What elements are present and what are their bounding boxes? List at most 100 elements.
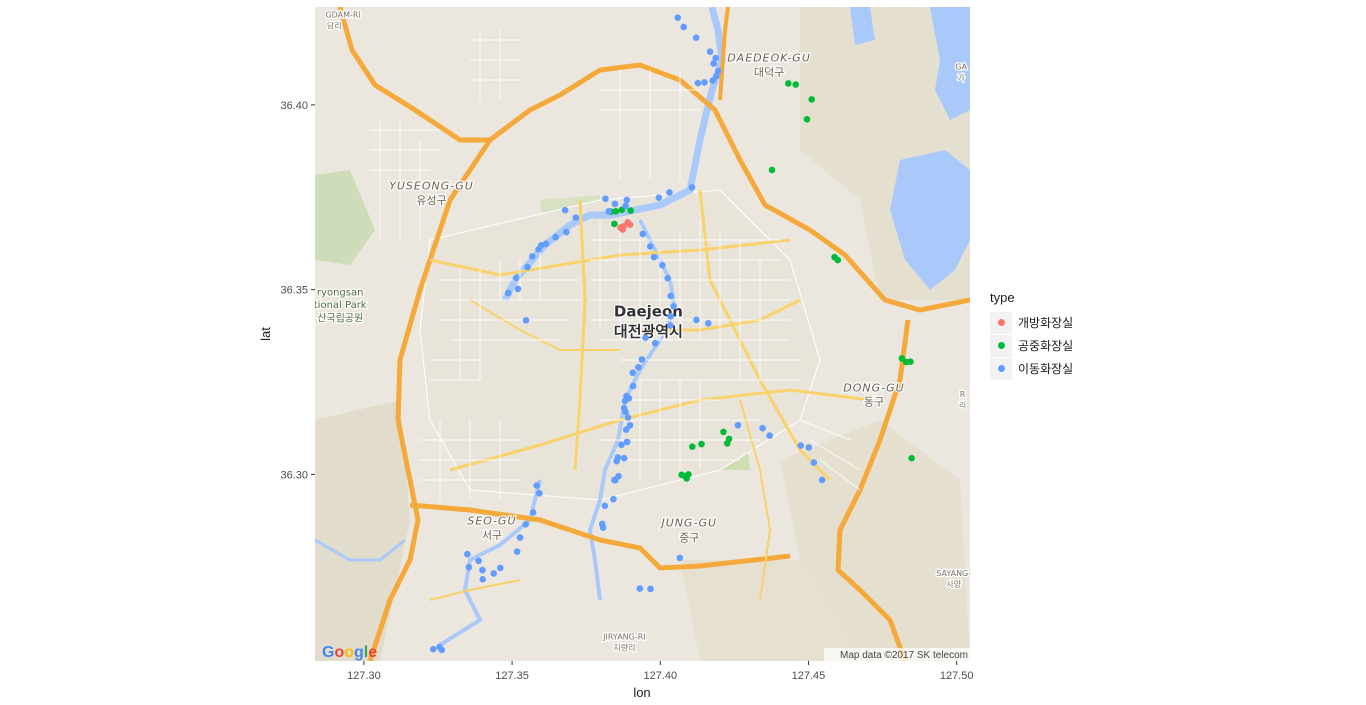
legend-label: 공중화장실 — [1018, 339, 1074, 353]
legend-key — [990, 334, 1012, 357]
x-tick-label: 127.45 — [792, 670, 826, 682]
point-series-2 — [512, 274, 520, 282]
legend-label: 개방화장실 — [1018, 316, 1074, 330]
map-label: tional Park — [314, 300, 367, 311]
point-series-1 — [907, 358, 914, 366]
point-series-2 — [623, 196, 631, 204]
point-series-2 — [464, 550, 471, 558]
point-series-2 — [642, 334, 649, 341]
point-series-2 — [810, 459, 818, 466]
point-series-2 — [667, 292, 674, 300]
point-series-2 — [618, 441, 625, 449]
point-series-2 — [818, 476, 826, 484]
point-series-2 — [676, 554, 684, 562]
point-series-1 — [612, 208, 620, 215]
point-series-1 — [611, 220, 618, 228]
point-series-2 — [638, 356, 646, 363]
y-tick-label: 36.35 — [280, 285, 308, 297]
point-series-1 — [768, 166, 776, 174]
x-tick-label: 127.35 — [495, 670, 529, 682]
point-series-1 — [681, 472, 689, 480]
point-series-1 — [723, 440, 731, 447]
point-series-1 — [803, 116, 811, 123]
point-series-0 — [619, 226, 626, 233]
point-series-2 — [646, 243, 654, 250]
point-series-2 — [479, 576, 487, 583]
point-series-2 — [624, 414, 632, 421]
point-series-2 — [694, 79, 702, 87]
point-series-2 — [650, 253, 658, 261]
x-tick-label: 127.40 — [643, 670, 677, 682]
point-series-2 — [529, 509, 537, 516]
y-axis: 36.30 36.35 36.40 — [280, 100, 315, 481]
point-series-2 — [438, 646, 446, 654]
point-series-2 — [533, 482, 540, 489]
point-series-2 — [552, 233, 559, 241]
point-series-2 — [513, 548, 521, 555]
point-series-2 — [622, 426, 630, 433]
point-series-2 — [623, 438, 631, 446]
point-series-1 — [720, 428, 727, 436]
map-label: SEO-GU — [467, 515, 516, 528]
map-label: 사양 — [946, 580, 961, 589]
point-series-1 — [698, 440, 705, 448]
point-series-1 — [688, 443, 696, 450]
x-tick-label: 127.30 — [347, 670, 381, 682]
map-label: 동구 — [864, 396, 884, 409]
point-series-2 — [704, 319, 712, 327]
y-axis-title: lat — [258, 327, 273, 341]
point-series-0 — [626, 221, 634, 228]
point-series-2 — [563, 228, 570, 236]
point-series-1 — [792, 81, 800, 88]
map-label: GDAM-RI — [325, 10, 360, 19]
point-series-2 — [664, 274, 671, 282]
point-series-2 — [734, 421, 742, 429]
point-series-2 — [759, 424, 766, 432]
map-label: 지량리 — [613, 643, 635, 653]
point-series-2 — [670, 302, 677, 310]
point-series-2 — [516, 534, 524, 541]
legend-dot — [997, 319, 1005, 326]
point-series-2 — [629, 369, 637, 377]
point-series-2 — [629, 382, 637, 390]
point-series-2 — [504, 289, 512, 297]
point-series-2 — [797, 442, 805, 449]
point-series-2 — [536, 489, 543, 497]
x-axis-title: lon — [633, 685, 650, 700]
point-series-2 — [601, 502, 609, 510]
legend-key — [990, 311, 1012, 334]
point-series-2 — [692, 34, 700, 41]
legend-item: 이동화장실 — [990, 357, 1073, 380]
point-series-2 — [602, 195, 609, 203]
point-series-2 — [710, 60, 717, 67]
point-series-2 — [522, 317, 530, 324]
legend-label: 이동화장실 — [1018, 362, 1074, 376]
legend-item: 공중화장실 — [990, 334, 1073, 357]
point-series-2 — [622, 202, 629, 210]
point-series-2 — [490, 570, 498, 577]
map-label: YUSEONG-GU — [389, 180, 474, 193]
point-series-2 — [659, 261, 666, 269]
x-tick-label: 127.50 — [940, 670, 974, 682]
point-series-1 — [834, 256, 842, 264]
point-series-2 — [688, 184, 696, 191]
legend-dot — [997, 365, 1005, 372]
map-label: 가 — [957, 74, 965, 83]
point-series-2 — [655, 194, 663, 201]
map-label: 리 — [959, 401, 966, 410]
map-label: 대덕구 — [754, 66, 784, 79]
point-series-2 — [535, 246, 542, 253]
point-series-1 — [785, 80, 792, 87]
point-series-2 — [805, 444, 813, 451]
point-series-1 — [627, 207, 634, 214]
point-series-2 — [605, 208, 613, 215]
legend-key — [990, 357, 1012, 380]
map-label: GA — [955, 62, 967, 71]
point-series-2 — [465, 563, 473, 571]
map-label: R — [960, 390, 966, 399]
map-chart: Daejeon대전광역시DAEDEOK-GU대덕구YUSEONG-GU유성구DO… — [258, 7, 974, 700]
map-attribution: Map data ©2017 SK telecom — [840, 650, 968, 661]
map-label: DONG-GU — [843, 381, 904, 394]
map-label: 산국립공원 — [317, 311, 363, 324]
point-series-1 — [808, 96, 816, 103]
